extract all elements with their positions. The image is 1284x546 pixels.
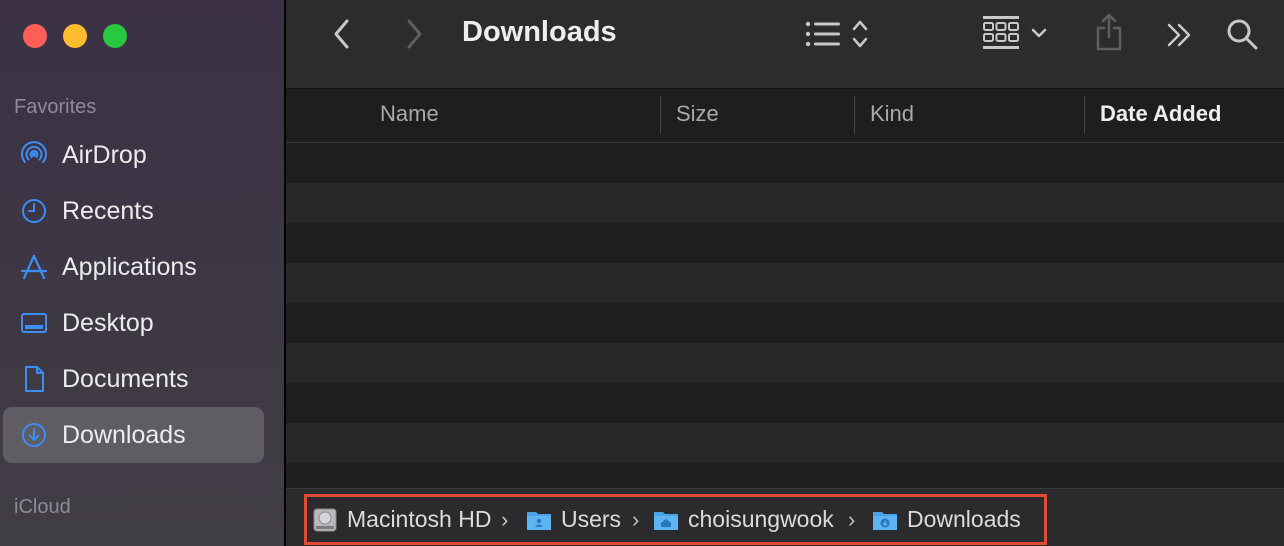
column-separator[interactable]	[660, 96, 661, 134]
airdrop-icon	[19, 140, 49, 170]
sidebar-item-label: AirDrop	[62, 140, 147, 169]
forward-button[interactable]	[398, 18, 430, 54]
path-crumb-downloads[interactable]: Downloads	[872, 497, 1021, 542]
list-row	[286, 303, 1284, 343]
search-icon	[1225, 17, 1259, 56]
path-crumb-label: Downloads	[907, 506, 1021, 532]
sidebar-item-downloads[interactable]: Downloads	[3, 407, 264, 463]
more-chevrons-icon	[1165, 21, 1195, 54]
sidebar-item-desktop[interactable]: Desktop	[3, 295, 264, 351]
desktop-icon	[19, 308, 49, 338]
chevron-down-icon	[1031, 26, 1047, 44]
back-chevron-icon	[332, 18, 352, 55]
sidebar-item-label: Documents	[62, 364, 189, 393]
path-crumb-label: Macintosh HD	[347, 506, 492, 532]
column-size[interactable]: Size	[676, 101, 719, 127]
path-crumb-label: choisungwook	[688, 506, 834, 532]
sidebar-item-documents[interactable]: Documents	[3, 351, 264, 407]
sidebar: Favorites AirDrop Recents Applications D…	[0, 0, 284, 546]
path-separator: ›	[501, 506, 509, 532]
search-button[interactable]	[1224, 18, 1260, 54]
share-icon	[1093, 12, 1125, 57]
forward-chevron-icon	[404, 18, 424, 55]
view-options-button[interactable]	[798, 18, 874, 54]
list-view-icon	[804, 19, 842, 54]
sidebar-item-label: Applications	[62, 252, 197, 281]
group-grid-icon	[981, 14, 1021, 57]
sidebar-item-label: Recents	[62, 196, 154, 225]
sidebar-item-recents[interactable]: Recents	[3, 183, 264, 239]
path-crumb-choisungwook[interactable]: choisungwook	[653, 497, 834, 542]
group-button[interactable]	[976, 14, 1052, 56]
list-row	[286, 223, 1284, 263]
sidebar-item-label: Downloads	[62, 420, 186, 449]
path-highlight-box: Macintosh HD › Users › choisungwook › Do…	[304, 494, 1047, 545]
path-bar: Macintosh HD › Users › choisungwook › Do…	[286, 488, 1284, 546]
more-button[interactable]	[1162, 20, 1198, 54]
path-crumb-label: Users	[561, 506, 622, 532]
home-folder-icon	[653, 509, 679, 531]
clock-icon	[19, 196, 49, 226]
sidebar-item-applications[interactable]: Applications	[3, 239, 264, 295]
users-folder-icon	[526, 509, 552, 531]
toolbar: Downloads	[286, 0, 1284, 89]
list-row	[286, 423, 1284, 463]
path-crumb-macintosh-hd[interactable]: Macintosh HD	[312, 497, 491, 542]
column-separator[interactable]	[854, 96, 855, 134]
column-date-added[interactable]: Date Added	[1100, 101, 1221, 127]
sidebar-item-label: Desktop	[62, 308, 154, 337]
file-list[interactable]	[286, 143, 1284, 488]
column-kind[interactable]: Kind	[870, 101, 914, 127]
finder-window: Favorites AirDrop Recents Applications D…	[0, 0, 1284, 546]
column-name[interactable]: Name	[380, 101, 439, 127]
close-window-button[interactable]	[23, 24, 47, 48]
up-down-chevron-icon	[852, 19, 868, 54]
list-row	[286, 343, 1284, 383]
window-title: Downloads	[462, 16, 617, 48]
favorites-list: AirDrop Recents Applications Desktop Doc…	[3, 127, 264, 463]
path-separator: ›	[632, 506, 640, 532]
path-separator: ›	[848, 506, 856, 532]
icloud-section-label: iCloud	[14, 496, 71, 518]
back-button[interactable]	[326, 18, 358, 54]
share-button[interactable]	[1090, 10, 1128, 58]
favorites-section-label: Favorites	[14, 96, 97, 118]
hard-drive-icon	[312, 507, 338, 533]
minimize-window-button[interactable]	[63, 24, 87, 48]
document-icon	[19, 364, 49, 394]
path-crumb-users[interactable]: Users	[526, 497, 621, 542]
column-separator[interactable]	[1084, 96, 1085, 134]
list-row	[286, 263, 1284, 303]
sidebar-item-airdrop[interactable]: AirDrop	[3, 127, 264, 183]
list-row	[286, 183, 1284, 223]
column-header: Name Size Kind Date Added	[286, 89, 1284, 143]
zoom-window-button[interactable]	[103, 24, 127, 48]
list-row	[286, 463, 1284, 488]
downloads-folder-icon	[872, 509, 898, 531]
download-icon	[19, 420, 49, 450]
list-row	[286, 383, 1284, 423]
applications-icon	[19, 252, 49, 282]
list-row	[286, 143, 1284, 183]
window-controls	[23, 24, 127, 48]
